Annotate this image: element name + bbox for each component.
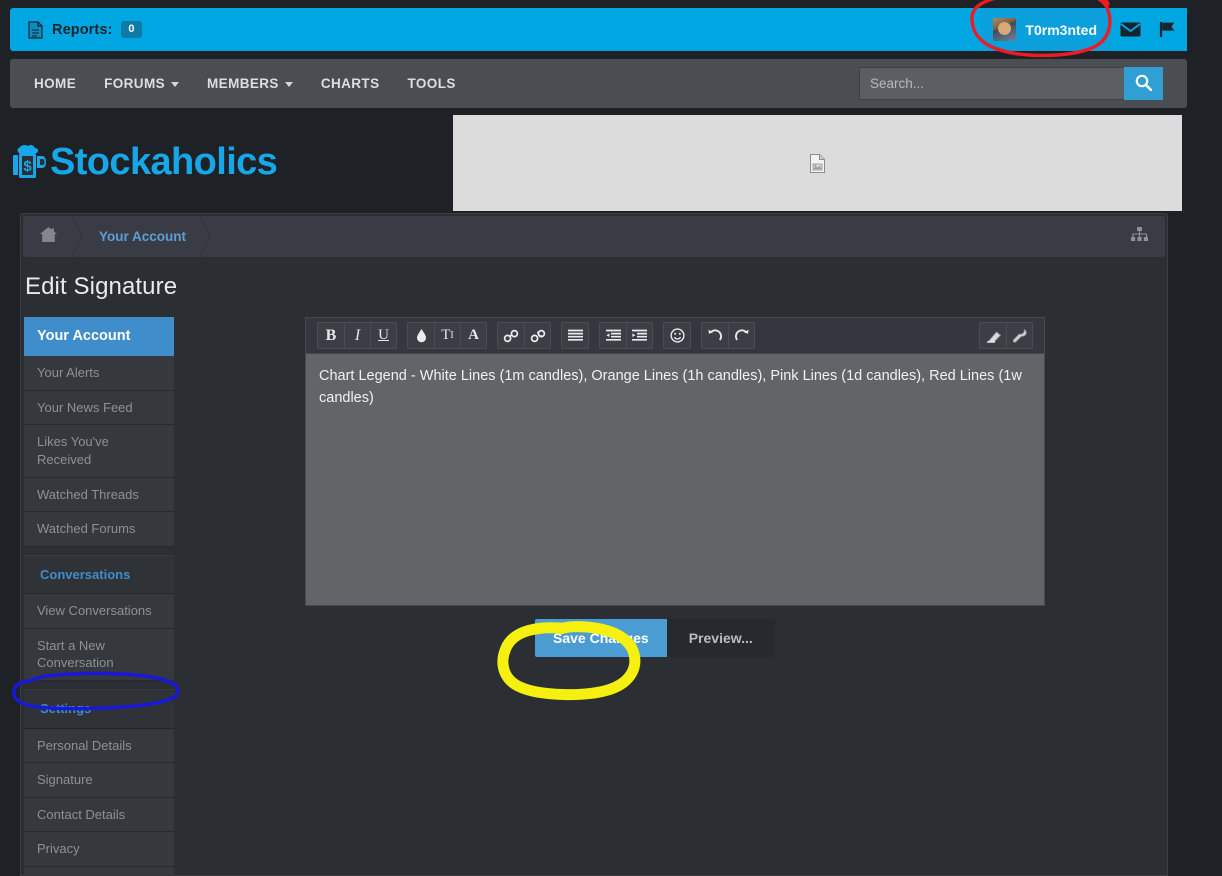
breadcrumb-item-your-account[interactable]: Your Account — [83, 216, 200, 257]
signature-editor: B I U TI A — [305, 317, 1045, 876]
flag-icon — [1159, 21, 1177, 38]
nav-label: MEMBERS — [207, 76, 279, 91]
italic-icon[interactable]: I — [344, 323, 370, 348]
page-root: Reports: 0 T0rm3nted — [0, 0, 1222, 876]
sidebar-item-personal-details[interactable]: Personal Details — [24, 729, 174, 764]
inbox-button[interactable] — [1111, 8, 1149, 51]
avatar — [993, 18, 1016, 41]
nav-label: TOOLS — [407, 76, 455, 91]
chevron-down-icon — [285, 82, 293, 87]
toolbar-group-tools — [979, 322, 1033, 349]
broken-image-icon — [810, 154, 825, 173]
sidebar-item-your-alerts[interactable]: Your Alerts — [24, 356, 174, 391]
user-menu-button[interactable]: T0rm3nted — [981, 8, 1111, 51]
smilie-icon[interactable] — [664, 323, 690, 348]
breadcrumb-separator — [200, 216, 211, 258]
chevron-down-icon — [171, 82, 179, 87]
sidebar-item-privacy[interactable]: Privacy — [24, 832, 174, 867]
sidebar-item-view-conversations[interactable]: View Conversations — [24, 594, 174, 629]
main-navbar: HOME FORUMS MEMBERS CHARTS TOOLS — [10, 59, 1187, 108]
eraser-icon[interactable] — [980, 323, 1006, 348]
logo-text: Stockaholics — [50, 141, 277, 184]
sidebar-divider — [24, 547, 174, 555]
toolbar-group-smilie — [663, 322, 691, 349]
beer-mug-dollar-icon: $ — [13, 140, 49, 185]
font-family-icon[interactable]: A — [460, 323, 486, 348]
nav-item-home[interactable]: HOME — [20, 59, 90, 108]
sidebar-item-preferences[interactable]: Preferences — [24, 867, 174, 876]
signature-textarea[interactable]: Chart Legend - White Lines (1m candles),… — [305, 354, 1045, 606]
home-icon — [39, 226, 58, 248]
notice-bar: Reports: 0 T0rm3nted — [10, 8, 1187, 51]
alerts-button[interactable] — [1149, 8, 1187, 51]
align-icon[interactable] — [562, 323, 588, 348]
breadcrumb-separator — [72, 216, 83, 258]
account-sidebar: Your Account Your Alerts Your News Feed … — [24, 317, 174, 876]
sidebar-item-likes-received[interactable]: Likes You've Received — [24, 425, 174, 477]
editor-toolbar: B I U TI A — [305, 317, 1045, 354]
toolbar-group-indent — [599, 322, 653, 349]
sitemap-icon — [1130, 226, 1149, 248]
unlink-icon[interactable] — [524, 323, 550, 348]
preview-button[interactable]: Preview... — [667, 619, 775, 657]
nav-label: CHARTS — [321, 76, 380, 91]
envelope-icon — [1120, 22, 1141, 37]
undo-icon[interactable] — [702, 323, 728, 348]
redo-icon[interactable] — [728, 323, 754, 348]
sidebar-group-settings: Settings — [24, 689, 174, 729]
content-container: Your Account Edit Signature — [20, 213, 1168, 876]
wrench-icon[interactable] — [1006, 323, 1032, 348]
sidebar-item-signature[interactable]: Signature — [24, 763, 174, 798]
sidebar-item-contact-details[interactable]: Contact Details — [24, 798, 174, 833]
search-bar — [859, 67, 1163, 100]
indent-icon[interactable] — [626, 323, 652, 348]
save-changes-button[interactable]: Save Changes — [535, 619, 667, 657]
svg-text:$: $ — [23, 158, 32, 175]
toolbar-group-link — [497, 322, 551, 349]
breadcrumb-home[interactable] — [23, 216, 72, 257]
sidebar-item-watched-threads[interactable]: Watched Threads — [24, 478, 174, 513]
sidebar-header[interactable]: Your Account — [24, 317, 174, 356]
nav-label: HOME — [34, 76, 76, 91]
sidebar-divider — [24, 681, 174, 689]
sidebar-item-start-conversation[interactable]: Start a New Conversation — [24, 629, 174, 681]
text-color-icon[interactable] — [408, 323, 434, 348]
toolbar-group-typography: TI A — [407, 322, 487, 349]
bold-icon[interactable]: B — [318, 323, 344, 348]
nav-item-tools[interactable]: TOOLS — [393, 59, 469, 108]
search-button[interactable] — [1124, 67, 1163, 100]
toolbar-group-history — [701, 322, 755, 349]
editor-actions: Save Changes Preview... — [535, 619, 775, 657]
toolbar-group-format: B I U — [317, 322, 397, 349]
sidebar-item-your-news-feed[interactable]: Your News Feed — [24, 391, 174, 426]
search-input[interactable] — [859, 67, 1124, 100]
page-title: Edit Signature — [21, 257, 1167, 301]
breadcrumb-label: Your Account — [99, 229, 186, 244]
link-icon[interactable] — [498, 323, 524, 348]
breadcrumb-actions[interactable] — [1130, 226, 1165, 248]
sidebar-group-conversations: Conversations — [24, 555, 174, 595]
font-size-icon[interactable]: TI — [434, 323, 460, 348]
nav-item-charts[interactable]: CHARTS — [307, 59, 394, 108]
username-label: T0rm3nted — [1025, 22, 1097, 38]
outdent-icon[interactable] — [600, 323, 626, 348]
branding-row: $ Stockaholics — [0, 115, 1222, 212]
underline-icon[interactable]: U — [370, 323, 396, 348]
reports-badge: 0 — [121, 21, 141, 38]
reports-label: Reports: — [52, 22, 112, 38]
nav-label: FORUMS — [104, 76, 165, 91]
page-body: Your Account Your Alerts Your News Feed … — [21, 301, 1167, 876]
sidebar-item-watched-forums[interactable]: Watched Forums — [24, 512, 174, 547]
document-icon — [28, 21, 43, 39]
reports-notice[interactable]: Reports: 0 — [10, 21, 142, 39]
banner-ad — [453, 115, 1182, 211]
nav-item-members[interactable]: MEMBERS — [193, 59, 307, 108]
breadcrumb: Your Account — [23, 216, 1165, 257]
account-bar: T0rm3nted — [981, 8, 1187, 51]
toolbar-group-align — [561, 322, 589, 349]
site-logo[interactable]: $ Stockaholics — [13, 140, 277, 185]
search-icon — [1135, 74, 1152, 94]
nav-item-forums[interactable]: FORUMS — [90, 59, 193, 108]
